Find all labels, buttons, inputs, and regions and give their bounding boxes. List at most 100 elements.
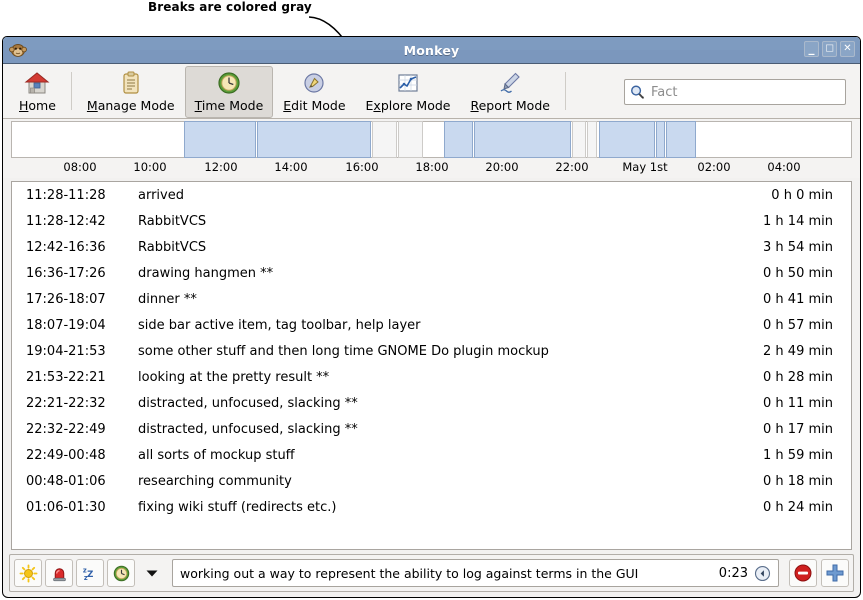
window-controls: _ □ ✕ bbox=[804, 41, 855, 57]
timeline-track[interactable] bbox=[11, 121, 852, 158]
table-row[interactable]: 17:26-18:07 dinner ** 0 h 41 min bbox=[12, 286, 851, 312]
timeline-axis: 08:00 10:00 12:00 14:00 16:00 18:00 20:00 22:00… bbox=[11, 158, 852, 178]
table-row[interactable]: 01:06-01:30 fixing wiki stuff (redirects … bbox=[12, 494, 851, 520]
timeline-tick-label: 10:00 bbox=[133, 160, 167, 174]
search-input[interactable]: Fact bbox=[624, 79, 846, 105]
timeline-activity-block[interactable] bbox=[599, 121, 655, 158]
timeline-tick-label: 22:00 bbox=[555, 160, 589, 174]
table-row[interactable]: 00:48-01:06 researching community 0 h 18 m… bbox=[12, 468, 851, 494]
fact-duration: 0 h 24 min bbox=[763, 499, 833, 515]
fact-time: 22:49-00:48 bbox=[26, 447, 106, 463]
tracking-button[interactable] bbox=[107, 559, 135, 587]
timeline-tick-label: May 1st bbox=[622, 160, 668, 174]
close-button[interactable]: ✕ bbox=[840, 41, 855, 57]
maximize-button[interactable]: □ bbox=[822, 41, 837, 57]
timeline-activity-block[interactable] bbox=[474, 121, 571, 158]
fact-duration: 3 h 54 min bbox=[763, 239, 833, 255]
table-row[interactable]: 21:53-22:21 looking at the pretty result … bbox=[12, 364, 851, 390]
fact-duration: 0 h 11 min bbox=[763, 395, 833, 411]
clipboard-icon bbox=[123, 71, 139, 94]
alarm-button[interactable] bbox=[45, 559, 73, 587]
minimize-icon: _ bbox=[808, 41, 815, 55]
fact-activity: all sorts of mockup stuff bbox=[138, 447, 295, 463]
timeline-activity-block[interactable] bbox=[656, 121, 665, 158]
fact-duration: 0 h 41 min bbox=[763, 291, 833, 307]
fact-activity: dinner ** bbox=[138, 291, 197, 307]
fact-time: 19:04-21:53 bbox=[26, 343, 106, 359]
toolbar-separator-right bbox=[564, 72, 566, 110]
pencil-circle-icon bbox=[304, 73, 324, 93]
timeline-tick-label: 12:00 bbox=[204, 160, 238, 174]
facts-list[interactable]: 11:28-11:28 arrived 0 h 0 min 11:28-12:42 Ra… bbox=[11, 181, 852, 550]
toolbar-label-explore-mode: Explore Mode bbox=[365, 98, 451, 113]
timeline-tick-label: 02:00 bbox=[697, 160, 731, 174]
screenshot-root: Breaks are colored gray Monkey _ □ ✕ Hom… bbox=[0, 0, 863, 600]
stop-icon bbox=[794, 564, 812, 582]
fact-duration: 0 h 0 min bbox=[771, 187, 833, 203]
fact-time: 16:36-17:26 bbox=[26, 265, 106, 281]
fact-activity: RabbitVCS bbox=[138, 239, 207, 255]
toolbar-button-home[interactable]: Home bbox=[9, 66, 66, 118]
table-row[interactable]: 16:36-17:26 drawing hangmen ** 0 h 50 min bbox=[12, 260, 851, 286]
table-row[interactable]: 22:21-22:32 distracted, unfocused, slacki… bbox=[12, 390, 851, 416]
pen-icon bbox=[500, 72, 520, 93]
fact-time: 00:48-01:06 bbox=[26, 473, 106, 489]
timeline-break-block[interactable] bbox=[572, 121, 586, 158]
activity-entry-value: working out a way to represent the abili… bbox=[180, 565, 639, 581]
close-icon: ✕ bbox=[843, 43, 852, 54]
idle-button[interactable]: z Z z bbox=[76, 559, 104, 587]
fact-duration: 0 h 17 min bbox=[763, 421, 833, 437]
table-row[interactable]: 18:07-19:04 side bar active item, tag too… bbox=[12, 312, 851, 338]
fact-activity: drawing hangmen ** bbox=[138, 265, 274, 281]
plus-icon bbox=[826, 564, 844, 582]
toolbar-button-time-mode[interactable]: Time Mode bbox=[184, 66, 274, 118]
fact-activity: fixing wiki stuff (redirects etc.) bbox=[138, 499, 337, 515]
dropdown-button[interactable] bbox=[138, 559, 166, 587]
timeline-section: 08:00 10:00 12:00 14:00 16:00 18:00 20:00 22:00… bbox=[3, 119, 860, 178]
add-button[interactable] bbox=[821, 559, 849, 587]
app-window: Monkey _ □ ✕ Home Manage Mode Time Mode … bbox=[2, 36, 861, 598]
timeline-activity-block[interactable] bbox=[184, 121, 256, 158]
timeline-activity-block[interactable] bbox=[257, 121, 371, 158]
facts-table: 11:28-11:28 arrived 0 h 0 min 11:28-12:42 Ra… bbox=[12, 182, 851, 520]
elapsed-time: 0:23 bbox=[718, 565, 748, 581]
table-row[interactable]: 19:04-21:53 some other stuff and then lon… bbox=[12, 338, 851, 364]
svg-text:Z: Z bbox=[87, 569, 93, 579]
minimize-button[interactable]: _ bbox=[804, 41, 819, 57]
timeline-break-block[interactable] bbox=[372, 121, 397, 158]
stop-button[interactable] bbox=[789, 559, 817, 587]
timeline-break-block[interactable] bbox=[398, 121, 423, 158]
fact-duration: 1 h 14 min bbox=[763, 213, 833, 229]
window-titlebar[interactable]: Monkey _ □ ✕ bbox=[3, 37, 860, 64]
fact-duration: 2 h 49 min bbox=[763, 343, 833, 359]
toolbar-button-edit-mode[interactable]: Edit Mode bbox=[273, 66, 355, 118]
fact-time: 11:28-11:28 bbox=[26, 187, 106, 203]
annotation-label: Breaks are colored gray bbox=[148, 0, 312, 14]
toolbar-button-report-mode[interactable]: Report Mode bbox=[460, 66, 559, 118]
fact-duration: 0 h 57 min bbox=[763, 317, 833, 333]
fact-duration: 0 h 50 min bbox=[763, 265, 833, 281]
activity-entry-field[interactable]: working out a way to represent the abili… bbox=[172, 559, 779, 587]
fact-time: 01:06-01:30 bbox=[26, 499, 106, 515]
svg-text:z: z bbox=[83, 574, 87, 582]
back-clock-icon[interactable] bbox=[754, 565, 771, 582]
house-icon bbox=[25, 72, 50, 94]
fact-activity: researching community bbox=[138, 473, 292, 489]
fact-time: 22:21-22:32 bbox=[26, 395, 106, 411]
toolbar-label-time-mode: Time Mode bbox=[194, 98, 264, 113]
timeline-activity-block[interactable] bbox=[444, 121, 473, 158]
toolbar-button-manage-mode[interactable]: Manage Mode bbox=[77, 66, 185, 118]
table-row[interactable]: 22:32-22:49 distracted, unfocused, slacki… bbox=[12, 416, 851, 442]
table-row[interactable]: 11:28-12:42 RabbitVCS 1 h 14 min bbox=[12, 208, 851, 234]
table-row[interactable]: 11:28-11:28 arrived 0 h 0 min bbox=[12, 182, 851, 208]
fact-time: 12:42-16:36 bbox=[26, 239, 106, 255]
day-start-button[interactable] bbox=[14, 559, 42, 587]
timeline-activity-block[interactable] bbox=[666, 121, 696, 158]
table-row[interactable]: 12:42-16:36 RabbitVCS 3 h 54 min bbox=[12, 234, 851, 260]
table-row[interactable]: 22:49-00:48 all sorts of mockup stuff 1 h … bbox=[12, 442, 851, 468]
toolbar-label-edit-mode: Edit Mode bbox=[283, 98, 346, 113]
status-bar: z Z z working out a way to represent the… bbox=[9, 554, 854, 592]
timeline-break-block[interactable] bbox=[587, 121, 597, 158]
toolbar-button-explore-mode[interactable]: Explore Mode bbox=[356, 66, 461, 118]
